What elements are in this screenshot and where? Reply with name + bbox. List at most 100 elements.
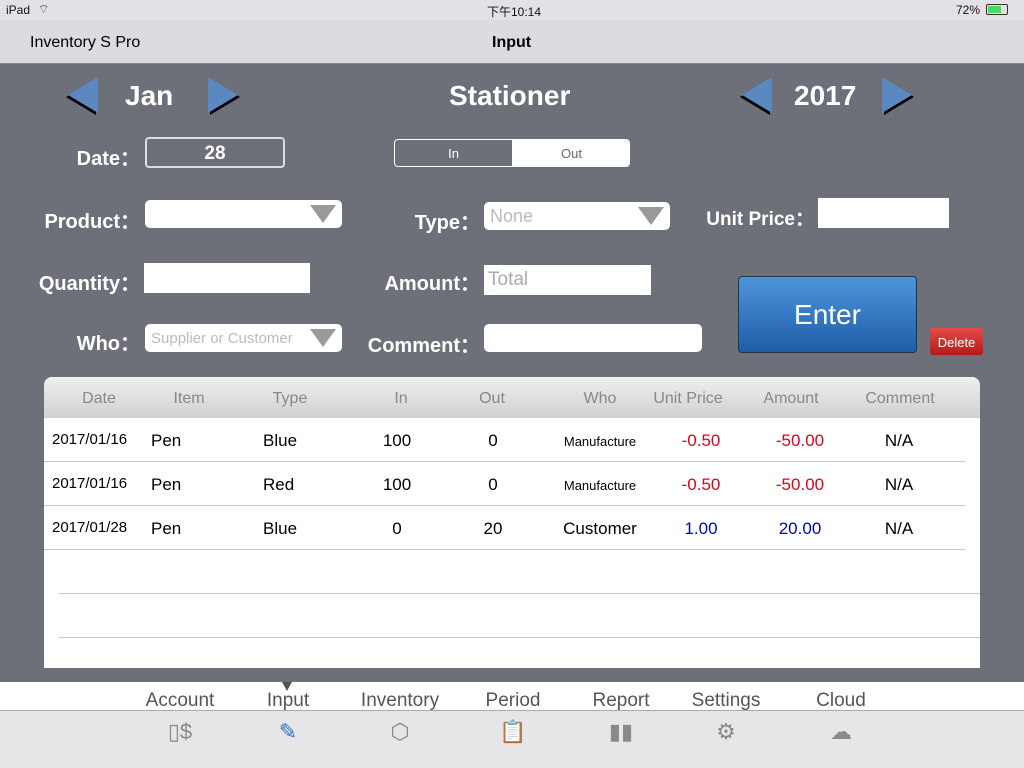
cell-amount: -50.00	[775, 431, 825, 450]
segment-out[interactable]: Out	[512, 140, 629, 166]
cell-in: 100	[382, 475, 412, 494]
account-icon[interactable]: ▯$	[168, 719, 192, 745]
chevron-down-icon	[310, 329, 336, 347]
column-header-out: Out	[479, 390, 505, 407]
in-out-segment: In Out	[394, 139, 630, 167]
segment-in[interactable]: In	[395, 140, 512, 166]
date-label: Date：	[76, 148, 140, 170]
cell-amount: -50.00	[775, 475, 825, 494]
tab-input[interactable]: Input	[267, 690, 309, 712]
cell-who: Manufacture	[563, 434, 637, 449]
unit-price-label: Unit Price：	[706, 209, 814, 230]
type-dropdown[interactable]: None	[484, 202, 670, 230]
cell-unit-price: 1.00	[684, 519, 718, 538]
tab-bar-labels: Account Input Inventory Period Report Setting…	[0, 682, 1024, 711]
cell-comment: N/A	[884, 431, 914, 450]
battery-icon	[986, 4, 1008, 15]
chevron-down-icon	[310, 205, 336, 223]
cell-item: Pen	[151, 519, 182, 538]
transactions-table: Date Item Type In Out Who Unit Price Amount Comm…	[44, 377, 980, 668]
cell-out: 0	[488, 475, 498, 494]
column-header-comment: Comment	[865, 390, 935, 407]
device-name: iPad	[6, 3, 31, 17]
cell-unit-price: -0.50	[681, 431, 721, 450]
cell-amount: 20.00	[778, 519, 822, 538]
comment-input[interactable]	[484, 324, 702, 352]
next-month-button[interactable]	[208, 77, 238, 113]
table-header: Date Item Type In Out Who Unit Price Amount Comm…	[44, 377, 980, 418]
cell-date: 2017/01/16	[52, 475, 128, 492]
chevron-down-icon	[638, 207, 664, 225]
who-dropdown[interactable]: Supplier or Customer	[145, 324, 342, 352]
box-icon[interactable]: ⬡	[390, 719, 409, 745]
app-name: Inventory S Pro	[30, 34, 141, 51]
cloud-icon[interactable]: ☁	[830, 719, 852, 745]
amount-input[interactable]: Total	[484, 265, 651, 295]
empty-row	[59, 550, 980, 594]
cell-type: Blue	[263, 431, 298, 450]
table-row[interactable]: 2017/01/28 Pen Blue 0 20 Customer 1.00 20.00 N/A	[44, 506, 965, 550]
wifi-icon: ⌔	[38, 2, 50, 16]
product-label: Product：	[44, 211, 140, 233]
table-row[interactable]: 2017/01/16 Pen Blue 100 0 Manufacture -0.50 -50…	[44, 418, 965, 462]
cell-type: Blue	[263, 519, 298, 538]
column-header-unit-price: Unit Price	[653, 390, 723, 407]
tab-report[interactable]: Report	[592, 690, 649, 712]
tab-inventory[interactable]: Inventory	[361, 690, 439, 712]
prev-year-button[interactable]	[742, 77, 772, 113]
delete-button[interactable]: Delete	[930, 328, 983, 355]
column-header-date: Date	[82, 390, 116, 407]
cell-item: Pen	[151, 475, 182, 494]
cell-unit-price: -0.50	[681, 475, 721, 494]
chart-icon[interactable]: ▮▮	[609, 719, 633, 745]
date-field[interactable]: 28	[145, 137, 285, 168]
column-header-item: Item	[173, 390, 205, 407]
empty-row	[59, 638, 980, 668]
column-header-amount: Amount	[763, 390, 819, 407]
who-placeholder: Supplier or Customer	[151, 330, 293, 347]
amount-label: Amount：	[384, 273, 480, 295]
year-label: 2017	[794, 80, 857, 111]
input-icon[interactable]: ✎	[279, 719, 297, 745]
table-row[interactable]: 2017/01/16 Pen Red 100 0 Manufacture -0.50 -50.…	[44, 462, 965, 506]
cell-out: 0	[488, 431, 498, 450]
tab-cloud[interactable]: Cloud	[816, 690, 866, 712]
cell-type: Red	[263, 475, 295, 494]
unit-price-input[interactable]	[818, 198, 949, 228]
enter-button[interactable]: Enter	[738, 276, 917, 353]
type-placeholder: None	[490, 206, 534, 226]
page-title: Input	[492, 34, 532, 51]
cell-who: Manufacture	[563, 478, 637, 493]
empty-row	[59, 594, 980, 638]
quantity-input[interactable]	[144, 263, 310, 293]
column-header-type: Type	[272, 390, 308, 407]
gears-icon[interactable]: ⚙	[716, 719, 736, 745]
store-name: Stationer	[449, 80, 571, 111]
battery-percent: 72%	[956, 3, 981, 17]
cell-in: 0	[392, 519, 402, 538]
comment-label: Comment：	[367, 335, 480, 357]
cell-date: 2017/01/28	[52, 519, 128, 536]
cell-out: 20	[483, 519, 503, 538]
tab-period[interactable]: Period	[486, 690, 541, 712]
quantity-label: Quantity：	[38, 273, 140, 295]
prev-month-button[interactable]	[68, 77, 98, 113]
who-label: Who：	[76, 333, 140, 355]
cell-who: Customer	[563, 519, 637, 538]
product-dropdown[interactable]	[145, 200, 342, 228]
tab-account[interactable]: Account	[146, 690, 215, 712]
cell-comment: N/A	[884, 519, 914, 538]
tab-settings[interactable]: Settings	[692, 690, 761, 712]
clock: 下午10:14	[487, 5, 542, 19]
nav-bar: Inventory S Pro Input	[0, 20, 1024, 64]
cell-item: Pen	[151, 431, 182, 450]
cell-comment: N/A	[884, 475, 914, 494]
cell-date: 2017/01/16	[52, 431, 128, 448]
type-label: Type：	[414, 212, 480, 234]
clipboard-icon[interactable]: 📋	[499, 719, 526, 745]
cell-in: 100	[382, 431, 412, 450]
column-header-who: Who	[583, 390, 617, 407]
tab-bar-icons: ▯$ ✎ ⬡ 📋 ▮▮ ⚙ ☁	[0, 711, 1024, 768]
next-year-button[interactable]	[882, 77, 912, 113]
column-header-in: In	[394, 390, 408, 407]
